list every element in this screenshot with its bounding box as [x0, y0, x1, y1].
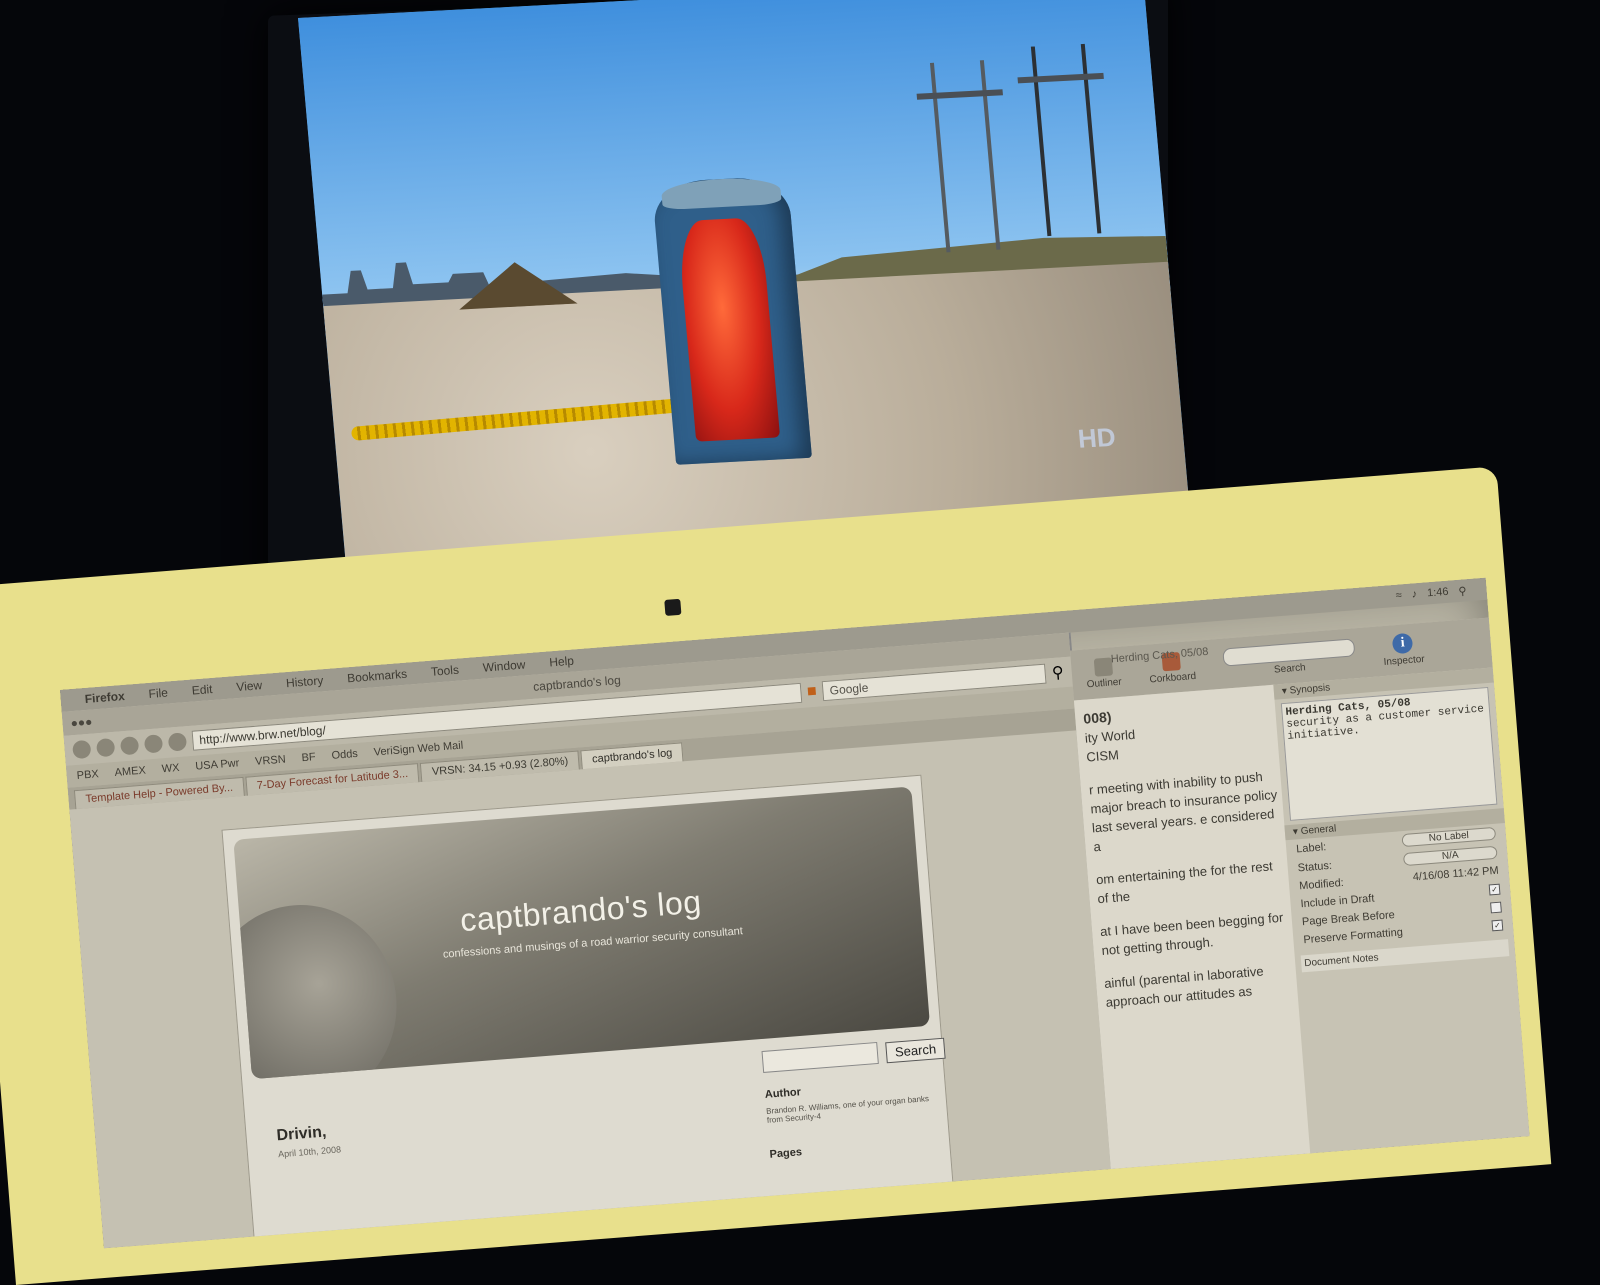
- document-paragraph: at I have been been begging for not gett…: [1099, 909, 1284, 959]
- info-icon: i: [1391, 632, 1414, 654]
- home-icon[interactable]: [167, 732, 188, 752]
- menu-edit[interactable]: Edit: [191, 682, 213, 698]
- rss-icon[interactable]: ■: [806, 683, 817, 702]
- menu-help[interactable]: Help: [549, 654, 575, 670]
- tv-screen: HD: [298, 0, 1192, 572]
- bookmark-item[interactable]: WX: [161, 762, 180, 775]
- include-in-draft-checkbox[interactable]: ✓: [1488, 883, 1501, 895]
- bookmark-item[interactable]: VeriSign Web Mail: [373, 740, 463, 759]
- blog-header-banner: captbrando's log confessions and musings…: [233, 786, 931, 1080]
- inspector-label: Inspector: [1383, 653, 1426, 668]
- outliner-label: Outliner: [1086, 676, 1123, 690]
- zoom-window-icon[interactable]: ●: [85, 715, 93, 730]
- blog-search-button[interactable]: Search: [885, 1037, 946, 1063]
- wifi-icon[interactable]: ≈: [1395, 589, 1402, 602]
- label-field-label: Label:: [1295, 840, 1327, 855]
- menu-view[interactable]: View: [236, 678, 263, 694]
- menu-window[interactable]: Window: [482, 657, 526, 674]
- clock[interactable]: 1:46: [1427, 585, 1449, 600]
- bookmark-item[interactable]: USA Pwr: [195, 757, 240, 772]
- inspector-button[interactable]: i Inspector: [1381, 631, 1426, 668]
- laptop-screen: Firefox File Edit View History Bookmarks…: [60, 577, 1530, 1249]
- tv-burning-portable-toilet: [651, 175, 812, 465]
- bookmark-item[interactable]: VRSN: [255, 754, 286, 768]
- menu-history[interactable]: History: [285, 673, 323, 690]
- menu-firefox[interactable]: Firefox: [84, 689, 125, 706]
- sidebar-author-heading: Author: [764, 1086, 802, 1101]
- tab-captbrandos-log[interactable]: captbrando's log: [580, 742, 684, 770]
- document-paragraph: ainful (parental in laborative approach …: [1103, 963, 1265, 1010]
- blog-search-input[interactable]: [761, 1041, 879, 1074]
- sidebar-pages-heading: Pages: [769, 1146, 803, 1161]
- bookmark-item[interactable]: PBX: [76, 768, 99, 782]
- scrivener-window: Herding Cats, 05/08 Outliner Corkboard S…: [1070, 617, 1530, 1189]
- post-title[interactable]: Drivin,: [276, 1123, 327, 1145]
- editor-search-label: Search: [1273, 661, 1307, 676]
- menu-bookmarks[interactable]: Bookmarks: [347, 667, 408, 686]
- back-arrow-icon[interactable]: [72, 739, 92, 760]
- volume-icon[interactable]: ♪: [1411, 588, 1418, 601]
- window-title: captbrando's log: [532, 673, 622, 694]
- blog-search: Search: [761, 1037, 946, 1074]
- menu-tools[interactable]: Tools: [430, 663, 459, 679]
- synopsis-card[interactable]: Herding Cats, 05/08 security as a custom…: [1280, 686, 1498, 821]
- corkboard-label: Corkboard: [1149, 670, 1197, 685]
- tv-hd-bug: HD: [1076, 422, 1117, 455]
- webcam-icon: [664, 598, 682, 616]
- search-icon[interactable]: ⚲: [1051, 662, 1064, 683]
- page-break-checkbox[interactable]: [1490, 901, 1502, 913]
- document-paragraph: om entertaining the for the rest of the: [1095, 858, 1274, 907]
- post-date: April 10th, 2008: [277, 1144, 342, 1160]
- inspector-panel: ▾ Synopsis Herding Cats, 05/08 security …: [1273, 667, 1530, 1154]
- reload-icon[interactable]: [119, 736, 140, 756]
- spotlight-icon[interactable]: ⚲: [1458, 584, 1467, 598]
- forward-arrow-icon[interactable]: [95, 737, 116, 758]
- blog-page: captbrando's log confessions and musings…: [221, 774, 956, 1249]
- outliner-icon: [1093, 656, 1113, 677]
- preserve-formatting-checkbox[interactable]: ✓: [1491, 919, 1504, 931]
- document-paragraph: r meeting with inability to push major b…: [1088, 768, 1278, 855]
- editor-search-input[interactable]: [1222, 637, 1356, 667]
- preserve-formatting-label: Preserve Formatting: [1302, 926, 1404, 947]
- bookmark-item[interactable]: BF: [301, 751, 316, 764]
- bookmark-item[interactable]: AMEX: [114, 765, 146, 779]
- editor-search[interactable]: Search: [1222, 637, 1356, 679]
- menu-file[interactable]: File: [148, 686, 168, 701]
- menu-status-area: ≈ ♪ 1:46 ⚲: [1395, 584, 1467, 603]
- firefox-window: ● ● ● captbrando's log http://www.brw.ne…: [61, 632, 1115, 1249]
- modified-field-label: Modified:: [1298, 876, 1345, 893]
- bookmark-item[interactable]: Odds: [331, 748, 358, 762]
- document-heading: 008) ity World CISM: [1082, 708, 1136, 765]
- fire: [676, 216, 781, 442]
- status-field-label: Status:: [1297, 859, 1333, 874]
- stop-icon[interactable]: [143, 734, 164, 754]
- header-graphic: [233, 897, 405, 1080]
